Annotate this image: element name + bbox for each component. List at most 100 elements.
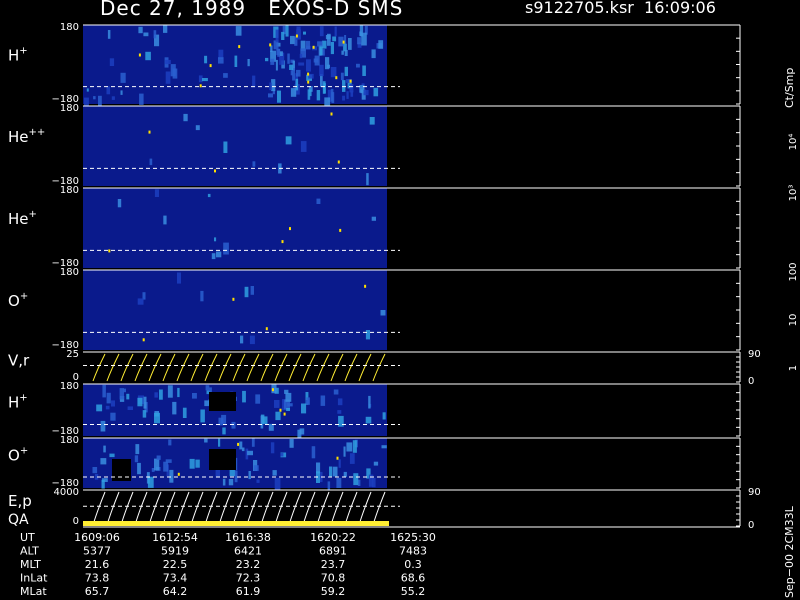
count-cell (165, 71, 171, 84)
count-cell (153, 30, 157, 39)
ephemeris-value: 21.6 (85, 558, 110, 571)
no-data-gap (209, 449, 236, 470)
count-cell (120, 72, 126, 83)
count-cell (285, 392, 292, 402)
high-count-cell (289, 227, 291, 231)
count-cell (342, 95, 345, 101)
panel-o-plus-2: 180−180O+ (8, 435, 741, 491)
high-count-cell (142, 338, 145, 342)
count-cell (218, 438, 221, 447)
count-cell (137, 397, 143, 407)
count-cell (247, 450, 253, 456)
qa-row: QA (8, 512, 740, 528)
count-cell (177, 272, 181, 284)
count-cell (336, 477, 342, 488)
count-cell (106, 86, 111, 95)
ephemeris-value: 55.2 (401, 585, 426, 598)
count-cell (344, 66, 348, 77)
count-cell (332, 466, 338, 477)
count-cell (325, 35, 331, 40)
ephemeris-value: 7483 (399, 545, 427, 558)
y-tick-label: 0 (73, 516, 79, 527)
spectrogram-area (83, 188, 387, 268)
count-cell (145, 51, 151, 61)
count-cell (234, 55, 238, 67)
count-cell (268, 93, 273, 98)
right-tick-label: 90 (748, 349, 761, 360)
high-count-cell (238, 45, 241, 49)
count-cell (319, 64, 324, 77)
count-cell (240, 335, 244, 344)
count-cell (368, 474, 374, 487)
trajectory-traces (92, 491, 386, 526)
count-cell (107, 30, 111, 39)
count-cell (369, 117, 375, 125)
count-cell (223, 242, 229, 255)
count-cell (195, 125, 200, 131)
high-count-cell (108, 249, 111, 253)
ephemeris-row-label: ALT (20, 545, 39, 558)
count-cell (255, 394, 261, 404)
count-cell (195, 459, 200, 468)
right-tick-label: 0 (748, 520, 754, 531)
y-tick-label: 180 (60, 103, 79, 114)
count-cell (275, 59, 278, 71)
count-cell (272, 470, 277, 476)
high-count-cell (271, 388, 274, 392)
colorbar-tick-label: 1 (788, 365, 799, 371)
count-cell (365, 330, 370, 340)
count-cell (154, 189, 159, 197)
ephemeris-value: 1616:38 (225, 531, 271, 544)
count-cell (204, 55, 208, 64)
count-cell (373, 461, 379, 466)
right-tick-label: 0 (748, 376, 754, 387)
high-count-cell (330, 112, 333, 116)
count-cell (154, 458, 160, 471)
high-count-cell (148, 130, 151, 134)
ephemeris-value: 65.7 (85, 585, 110, 598)
count-cell (280, 452, 284, 457)
right-tick-label: 90 (748, 487, 761, 498)
ephemeris-value: 1612:54 (152, 531, 198, 544)
ephemeris-value: 73.4 (163, 572, 188, 585)
spectrogram-figure: 180−180H+180−180He++180−180He+180−180O+9… (8, 22, 799, 598)
panel-he-plus: 180−180He+ (8, 185, 741, 269)
ephemeris-value: 64.2 (163, 585, 188, 598)
qa-bar (83, 521, 389, 526)
count-cell (285, 25, 289, 37)
qa-label: QA (8, 512, 29, 528)
count-cell (269, 82, 272, 91)
count-cell (137, 298, 144, 305)
y-tick-label: 180 (60, 22, 79, 33)
count-cell (253, 465, 259, 471)
ephemeris-value: 1609:06 (74, 531, 120, 544)
count-cell (86, 88, 89, 92)
panel-label: E,p (8, 492, 32, 510)
count-cell (163, 215, 167, 225)
high-count-cell (281, 240, 284, 244)
count-cell (285, 136, 292, 145)
count-cell (262, 416, 268, 425)
count-cell (96, 404, 103, 412)
ephemeris-value: 6891 (319, 545, 347, 558)
count-cell (274, 478, 281, 491)
count-cell (330, 67, 337, 78)
count-cell (142, 410, 147, 418)
colorbar-tick-label: 10⁴ (788, 134, 799, 151)
panel-label: H+ (8, 46, 28, 65)
panel-label: He+ (8, 209, 37, 228)
y-tick-label: 180 (60, 435, 79, 446)
count-cell (105, 405, 110, 410)
count-cell (143, 32, 149, 37)
high-count-cell (339, 228, 342, 232)
count-cell (290, 35, 295, 45)
count-cell (349, 84, 354, 93)
count-cell (326, 64, 330, 69)
high-count-cell (177, 472, 180, 476)
y-tick-label: 25 (66, 349, 79, 360)
count-cell (332, 36, 337, 42)
count-cell (154, 412, 160, 424)
high-count-cell (295, 34, 298, 38)
high-count-cell (237, 442, 240, 446)
count-cell (366, 173, 369, 186)
